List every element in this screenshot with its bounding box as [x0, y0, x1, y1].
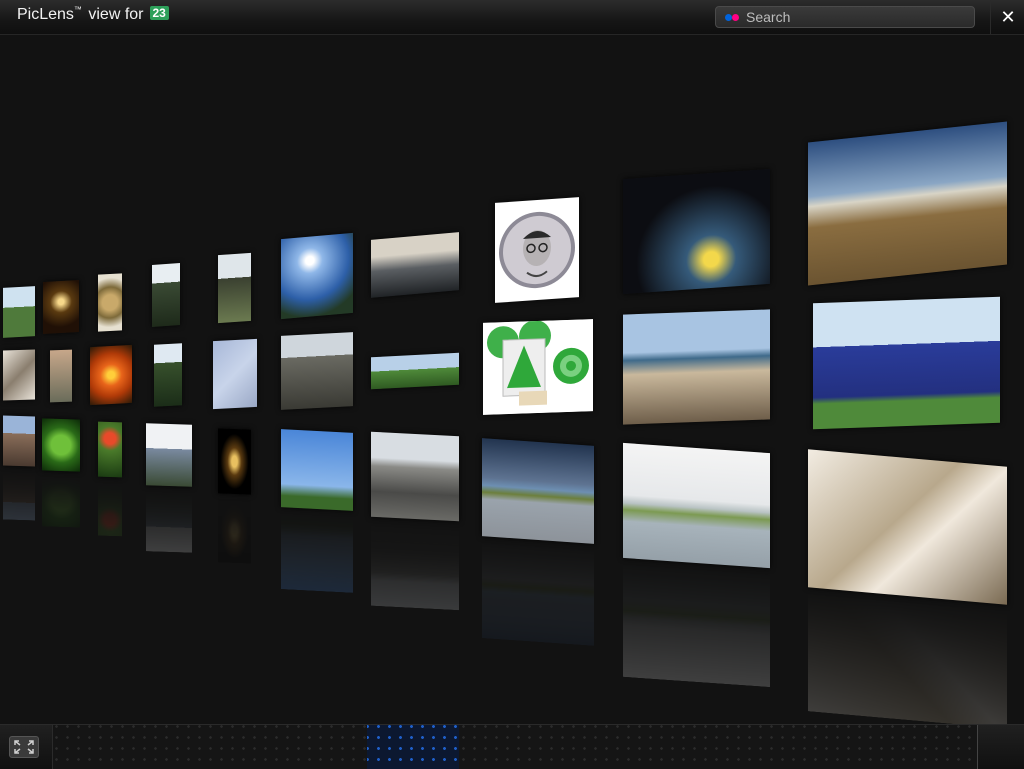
search-box[interactable]	[715, 6, 975, 28]
photo-thumbnail-dark-tree[interactable]	[371, 232, 459, 298]
photo-thumbnail-lantern[interactable]	[218, 428, 251, 495]
photo-thumbnail-portrait-badge[interactable]	[495, 197, 579, 303]
fullscreen-button[interactable]	[9, 736, 39, 758]
bottom-bar	[0, 724, 1024, 769]
photo-reflection-castle	[146, 489, 192, 553]
app-title: PicLens™ view for 23	[17, 5, 169, 24]
green-cones-graphic	[483, 319, 593, 415]
close-button[interactable]: ✕	[990, 0, 1024, 34]
photo-wall[interactable]	[0, 34, 1024, 729]
scroll-thumb[interactable]	[367, 725, 459, 769]
photo-thumbnail-lighthouse-cloudy[interactable]	[482, 438, 594, 544]
photo-thumbnail-field-sky[interactable]	[808, 121, 1007, 286]
brand-badge[interactable]: 23	[149, 6, 169, 20]
photo-thumbnail-sky-trails[interactable]	[213, 338, 257, 410]
photo-reflection-flagpole	[281, 511, 353, 593]
trademark-symbol: ™	[73, 5, 82, 14]
photo-thumbnail-flagpole[interactable]	[281, 429, 353, 511]
photo-thumbnail-red-house[interactable]	[3, 286, 35, 338]
photo-thumbnail-church-tree[interactable]	[152, 263, 180, 327]
photo-thumbnail-lighthouse-water[interactable]	[623, 442, 770, 569]
scroll-track[interactable]	[52, 725, 978, 769]
photo-thumbnail-plant[interactable]	[50, 349, 72, 403]
photo-thumbnail-monument[interactable]	[218, 252, 251, 324]
photo-thumbnail-clover[interactable]	[42, 418, 80, 472]
photo-thumbnail-spire[interactable]	[154, 343, 182, 407]
photo-reflection-red-mushroom	[98, 480, 122, 537]
photo-reflection-lantern	[218, 497, 251, 564]
photo-thumbnail-green-strip[interactable]	[371, 352, 459, 390]
app-title-name: PicLens	[17, 6, 74, 23]
photo-thumbnail-street[interactable]	[3, 415, 35, 467]
photo-thumbnail-sailboat[interactable]	[808, 449, 1007, 605]
photo-thumbnail-orange-flower[interactable]	[90, 344, 132, 406]
photo-thumbnail-blue-cube[interactable]	[813, 296, 1000, 430]
photo-thumbnail-church-plaza[interactable]	[371, 431, 459, 522]
photo-thumbnail-rigging[interactable]	[3, 349, 35, 401]
photo-thumbnail-festive-tree[interactable]	[98, 273, 122, 332]
photo-reflection-lighthouse-cloudy	[482, 540, 594, 646]
top-bar: PicLens™ view for 23 ✕	[0, 0, 1024, 35]
close-icon: ✕	[1000, 7, 1016, 27]
photo-thumbnail-building-tower[interactable]	[281, 332, 353, 410]
photo-reflection-clover	[42, 474, 80, 528]
photo-thumbnail-red-mushroom[interactable]	[98, 421, 122, 478]
photo-reflection-lighthouse-water	[623, 561, 770, 688]
search-input[interactable]	[746, 9, 966, 25]
photo-reflection-street	[3, 469, 35, 521]
fullscreen-icon	[14, 740, 34, 754]
flickr-dots-icon	[725, 14, 741, 21]
photo-thumbnail-night-lights[interactable]	[623, 168, 770, 295]
app-title-suffix: view for	[83, 6, 144, 23]
portrait-graphic	[499, 211, 575, 289]
photo-thumbnail-sparkles[interactable]	[43, 280, 79, 334]
photo-thumbnail-green-cones[interactable]	[483, 319, 593, 415]
photo-reflection-church-plaza	[371, 520, 459, 611]
photo-thumbnail-castle[interactable]	[146, 423, 192, 487]
photo-reflection-sailboat	[808, 591, 1007, 729]
photo-thumbnail-beach[interactable]	[623, 309, 770, 425]
photo-thumbnail-sun-river[interactable]	[281, 232, 353, 320]
